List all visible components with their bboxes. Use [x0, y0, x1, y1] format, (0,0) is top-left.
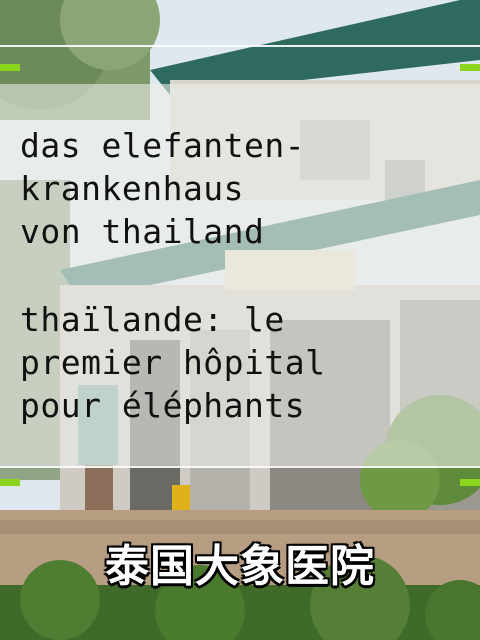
- corner-marker-top-left: [0, 64, 20, 71]
- german-caption: das elefanten- krankenhaus von thailand: [20, 126, 306, 251]
- frame-line-top: [0, 45, 480, 47]
- corner-marker-bottom-left: [0, 479, 20, 486]
- chinese-title: 泰国大象医院: [105, 541, 375, 592]
- corner-marker-top-right: [460, 64, 480, 71]
- corner-marker-bottom-right: [460, 479, 480, 486]
- french-caption: thaïlande: le premier hôpital pour éléph…: [20, 300, 326, 425]
- frame-line-bottom: [0, 466, 480, 468]
